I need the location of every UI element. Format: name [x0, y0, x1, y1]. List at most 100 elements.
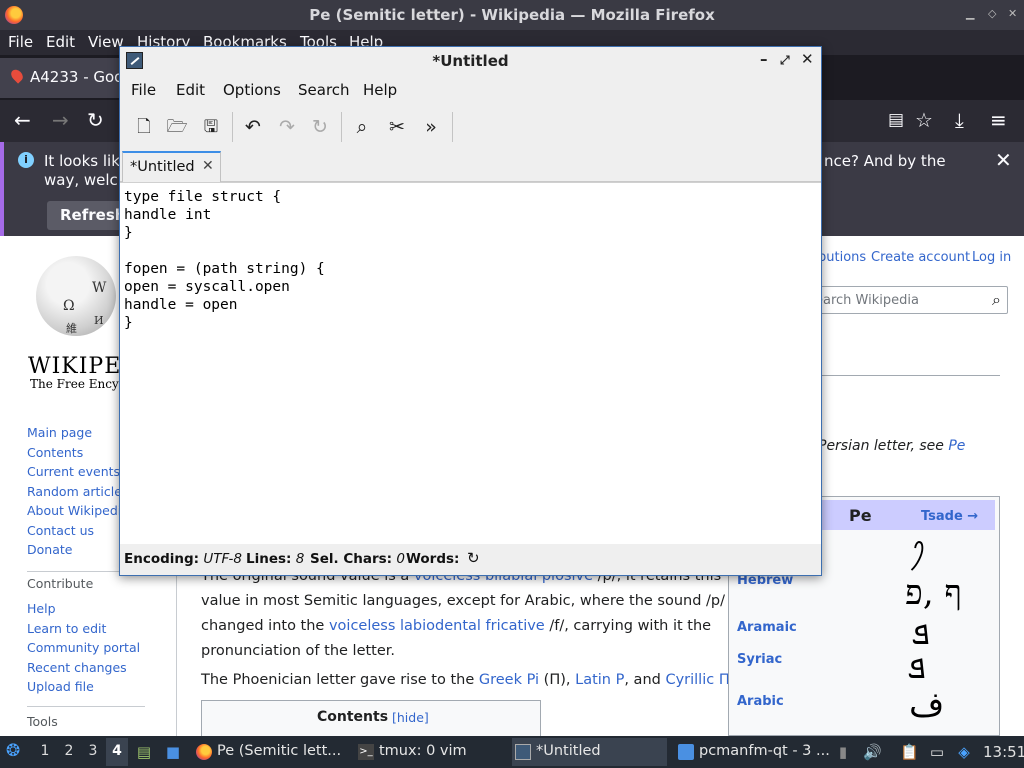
refresh-button[interactable]: Refresh	[47, 201, 125, 230]
start-menu-icon[interactable]: ❂	[6, 741, 20, 761]
text-editor-area[interactable]: type file struct { handle int } fopen = …	[120, 182, 821, 544]
new-document-icon[interactable]: 🗋	[133, 116, 155, 138]
contributions-link[interactable]: butions	[818, 250, 866, 265]
maximize-icon[interactable]: ⤢	[780, 53, 790, 68]
sidebar-link-about[interactable]: About Wikipedia	[27, 503, 129, 518]
featherpad-titlebar[interactable]: *Untitled – ⤢ ✕	[120, 47, 821, 74]
featherpad-menubar: File Edit Options Search Help	[120, 74, 821, 104]
toc-hide-link[interactable]: [hide]	[392, 710, 429, 725]
link-greek-pi[interactable]: Greek Pi	[479, 672, 539, 688]
editor-tab[interactable]: *Untitled ✕	[122, 151, 221, 183]
more-tools-chevron-icon[interactable]: »	[420, 116, 442, 138]
workspace-4[interactable]: 4	[106, 738, 128, 766]
sidebar-link-random-article[interactable]: Random article	[27, 484, 122, 499]
editor-text[interactable]: type file struct { handle int } fopen = …	[124, 188, 325, 332]
save-icon[interactable]: 🖫	[200, 116, 222, 138]
maximize-icon[interactable]: ◇	[988, 7, 996, 20]
link-latin-p[interactable]: Latin P	[575, 672, 624, 688]
infobox-next-letter-link[interactable]: Tsade →	[921, 509, 978, 524]
menu-edit[interactable]: Edit	[46, 33, 75, 51]
forward-icon[interactable]: →	[52, 108, 69, 132]
clipboard-icon[interactable]: 📋	[900, 743, 919, 761]
toolbar-separator	[452, 112, 453, 142]
firefox-titlebar: Pe (Semitic letter) - Wikipedia — Mozill…	[0, 0, 1024, 30]
status-words: Words:	[406, 551, 460, 567]
hatnote-link[interactable]: Pe	[948, 438, 965, 454]
browser-tab[interactable]: A4233 - Goo	[0, 58, 125, 98]
task-file-manager[interactable]: pcmanfm-qt - 3 ...	[675, 738, 830, 766]
menu-search[interactable]: Search	[298, 81, 350, 99]
article-paragraph-line: pronunciation of the letter.	[201, 643, 396, 659]
workspace-3[interactable]: 3	[82, 738, 104, 766]
info-icon: i	[18, 152, 34, 168]
bookmark-star-icon[interactable]: ☆	[915, 108, 933, 132]
sidebar-link-help[interactable]: Help	[27, 601, 56, 616]
sidebar-link-current-events[interactable]: Current events	[27, 464, 120, 479]
workspace-2[interactable]: 2	[58, 738, 80, 766]
display-icon[interactable]: ▭	[928, 743, 946, 761]
close-tab-icon[interactable]: ✕	[202, 158, 214, 174]
network-icon[interactable]: ◈	[955, 743, 973, 761]
minimize-icon[interactable]: ▁	[966, 7, 974, 20]
menu-options[interactable]: Options	[223, 81, 281, 99]
close-icon[interactable]: ✕	[1008, 7, 1017, 20]
file-cabinet-icon[interactable]: ▤	[135, 743, 153, 761]
search-icon[interactable]: ⌕	[992, 290, 1001, 310]
volume-icon[interactable]: 🔊	[863, 743, 882, 761]
link-voiceless-labiodental-fricative[interactable]: voiceless labiodental fricative	[329, 618, 545, 634]
show-desktop-icon[interactable]: ■	[164, 743, 182, 761]
article-paragraph-line: changed into the voiceless labiodental f…	[201, 618, 711, 634]
menu-edit[interactable]: Edit	[176, 81, 205, 99]
notice-text-right: nce? And by the	[824, 152, 946, 170]
menu-help[interactable]: Help	[363, 81, 397, 99]
reload-icon[interactable]: ↻	[309, 116, 331, 138]
sidebar-divider	[27, 706, 145, 707]
menu-file[interactable]: File	[8, 33, 33, 51]
infobox-glyph-arabic: ف	[909, 685, 945, 725]
hamburger-menu-icon[interactable]: ≡	[990, 108, 1007, 132]
open-folder-icon[interactable]: 🗁	[166, 116, 188, 138]
overflow-icon[interactable]: ▮	[834, 743, 852, 761]
task-firefox[interactable]: Pe (Semitic lett...	[193, 738, 353, 766]
create-account-link[interactable]: Create account	[871, 250, 970, 265]
sidebar-link-main-page[interactable]: Main page	[27, 425, 92, 440]
task-label: pcmanfm-qt - 3 ...	[699, 743, 830, 759]
infobox-lang-syriac[interactable]: Syriac	[737, 652, 782, 667]
sidebar-link-community-portal[interactable]: Community portal	[27, 640, 140, 655]
featherpad-window-title: *Untitled	[432, 52, 509, 70]
task-featherpad[interactable]: *Untitled	[512, 738, 667, 766]
find-replace-icon[interactable]: ✂	[386, 116, 408, 138]
link-cyrillic-pe[interactable]: Cyrillic П	[665, 672, 729, 688]
sidebar-link-recent-changes[interactable]: Recent changes	[27, 660, 127, 675]
wikipedia-search-input[interactable]: earch Wikipedia ⌕	[790, 286, 1008, 314]
back-icon[interactable]: ←	[14, 108, 31, 132]
menu-file[interactable]: File	[131, 81, 156, 99]
featherpad-statusbar: Encoding: UTF-8 Lines: 8 Sel. Chars: 0 W…	[120, 544, 821, 575]
sidebar-link-learn-to-edit[interactable]: Learn to edit	[27, 621, 106, 636]
firefox-window-title: Pe (Semitic letter) - Wikipedia — Mozill…	[309, 6, 715, 24]
download-icon[interactable]: ⤓	[955, 108, 964, 132]
notice-text-line2: way, welc	[44, 171, 118, 189]
refresh-word-count-icon[interactable]: ↻	[467, 549, 480, 567]
undo-icon[interactable]: ↶	[242, 116, 264, 138]
reader-view-icon[interactable]: ▤	[888, 110, 904, 130]
infobox-lang-aramaic[interactable]: Aramaic	[737, 620, 797, 635]
redo-icon[interactable]: ↷	[276, 116, 298, 138]
status-selected-chars: Sel. Chars: 0	[310, 551, 405, 567]
wikipedia-globe-logo[interactable]: Ω W 維 И	[36, 256, 116, 336]
sidebar-link-upload-file[interactable]: Upload file	[27, 679, 94, 694]
log-in-link[interactable]: Log in	[972, 250, 1011, 265]
task-terminal[interactable]: >_ tmux: 0 vim	[355, 738, 505, 766]
sidebar-link-contact[interactable]: Contact us	[27, 523, 94, 538]
editor-tab-label: *Untitled	[130, 159, 195, 175]
find-icon[interactable]: ⌕	[351, 116, 373, 138]
sidebar-link-contents[interactable]: Contents	[27, 445, 83, 460]
infobox-header: Pe Tsade →	[821, 500, 995, 530]
close-icon[interactable]: ✕	[995, 148, 1012, 172]
sidebar-link-donate[interactable]: Donate	[27, 542, 72, 557]
infobox-lang-arabic[interactable]: Arabic	[737, 694, 784, 709]
reload-icon[interactable]: ↻	[87, 108, 104, 132]
minimize-icon[interactable]: –	[760, 50, 768, 68]
workspace-1[interactable]: 1	[34, 738, 56, 766]
close-icon[interactable]: ✕	[801, 50, 814, 68]
